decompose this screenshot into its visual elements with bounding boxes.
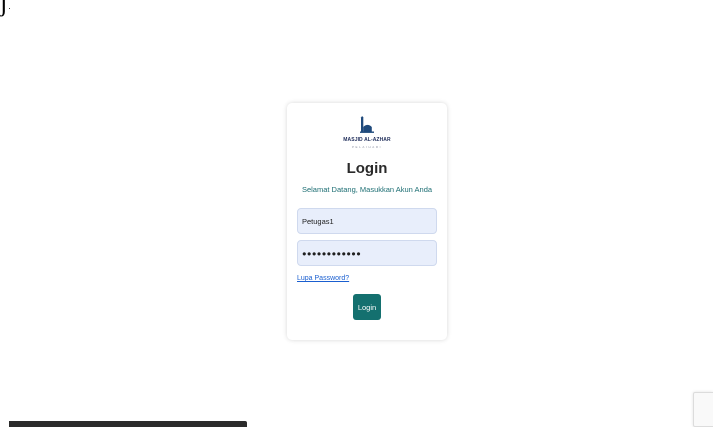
page-corner-text-fragment: j: [0, 0, 8, 17]
password-input[interactable]: [297, 240, 437, 266]
mosque-minaret-icon: [360, 116, 374, 133]
recaptcha-badge[interactable]: [693, 392, 713, 427]
page-corner-dot: [9, 8, 10, 9]
login-subtitle: Selamat Datang, Masukkan Akun Anda: [301, 185, 433, 194]
login-button[interactable]: Login: [353, 294, 381, 320]
logo-title: MASJID AL-AZHAR: [343, 137, 391, 143]
username-input[interactable]: [297, 208, 437, 234]
login-card: MASJID AL-AZHAR PELAIHARI Login Selamat …: [287, 103, 447, 340]
login-title: Login: [346, 160, 388, 177]
site-logo: MASJID AL-AZHAR PELAIHARI: [287, 116, 447, 149]
forgot-password-link[interactable]: Lupa Password?: [297, 275, 349, 282]
browser-status-bar: [9, 421, 247, 427]
logo-subtitle: PELAIHARI: [351, 145, 383, 149]
